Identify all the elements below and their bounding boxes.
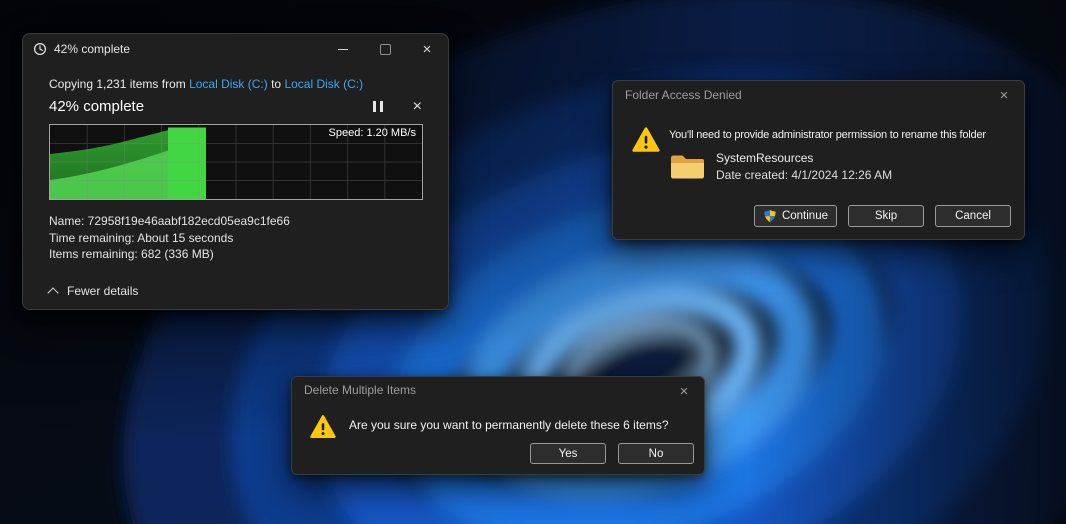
- access-denied-message: You'll need to provide administrator per…: [669, 129, 986, 141]
- uac-shield-icon: [763, 209, 777, 223]
- skip-button[interactable]: Skip: [848, 205, 924, 227]
- time-remaining-line: Time remaining: About 15 seconds: [49, 230, 422, 247]
- minimize-icon: [338, 49, 348, 50]
- progress-heading-row: 42% complete ×: [49, 96, 422, 117]
- folder-date-created: Date created: 4/1/2024 12:26 AM: [716, 168, 892, 182]
- delete-items-window: Delete Multiple Items × Are you sure you…: [291, 376, 705, 475]
- continue-button[interactable]: Continue: [754, 205, 837, 227]
- desktop: 42% complete × Copying 1,231 items from …: [0, 0, 1066, 524]
- copy-summary-middle: to: [268, 77, 285, 91]
- speed-label: Speed: 1.20 MB/s: [329, 127, 416, 139]
- close-button[interactable]: ×: [984, 81, 1024, 109]
- folder-name: SystemResources: [716, 151, 813, 165]
- delete-button-row: Yes No: [530, 443, 694, 464]
- yes-button-label: Yes: [559, 448, 578, 460]
- continue-button-label: Continue: [782, 210, 828, 222]
- close-button[interactable]: ×: [664, 377, 704, 405]
- window-controls: ×: [322, 34, 448, 64]
- delete-window-controls: ×: [664, 377, 704, 403]
- pause-button[interactable]: [373, 101, 383, 112]
- copy-body: Copying 1,231 items from Local Disk (C:)…: [23, 64, 448, 310]
- skip-button-label: Skip: [875, 210, 897, 222]
- close-icon: ×: [680, 384, 689, 399]
- close-icon: ×: [1000, 88, 1009, 103]
- destination-drive-link[interactable]: Local Disk (C:): [284, 77, 363, 91]
- access-window-title: Folder Access Denied: [625, 88, 742, 102]
- cancel-button[interactable]: Cancel: [935, 205, 1011, 227]
- items-remaining-line: Items remaining: 682 (336 MB): [49, 246, 422, 263]
- file-name-line: Name: 72958f19e46aabf182ecd05ea9c1fe66: [49, 213, 422, 230]
- delete-confirmation-message: Are you sure you want to permanently del…: [349, 418, 669, 432]
- cancel-button-label: Cancel: [955, 210, 991, 222]
- close-button[interactable]: ×: [406, 34, 448, 64]
- no-button-label: No: [649, 448, 664, 460]
- percent-complete-heading: 42% complete: [49, 98, 144, 115]
- fewer-details-toggle[interactable]: Fewer details: [49, 284, 138, 298]
- pause-icon: [373, 101, 383, 112]
- copy-window-title: 42% complete: [54, 42, 130, 56]
- copy-summary: Copying 1,231 items from Local Disk (C:)…: [49, 64, 422, 91]
- transfer-speed-chart: Speed: 1.20 MB/s: [49, 124, 423, 200]
- copy-titlebar: 42% complete ×: [23, 34, 448, 64]
- fewer-details-label: Fewer details: [67, 284, 138, 298]
- delete-titlebar: Delete Multiple Items ×: [292, 377, 704, 403]
- access-button-row: Continue Skip Cancel: [754, 205, 1011, 227]
- yes-button[interactable]: Yes: [530, 443, 606, 464]
- close-icon: ×: [423, 42, 432, 57]
- clock-icon: [33, 42, 47, 56]
- source-drive-link[interactable]: Local Disk (C:): [189, 77, 268, 91]
- delete-window-title: Delete Multiple Items: [304, 383, 416, 397]
- transfer-details: Name: 72958f19e46aabf182ecd05ea9c1fe66 T…: [49, 213, 422, 263]
- cancel-copy-button[interactable]: ×: [413, 99, 422, 115]
- minimize-button[interactable]: [322, 34, 364, 64]
- access-window-controls: ×: [984, 81, 1024, 109]
- copy-progress-window: 42% complete × Copying 1,231 items from …: [22, 33, 449, 310]
- maximize-icon: [380, 44, 391, 55]
- maximize-button[interactable]: [364, 34, 406, 64]
- access-titlebar: Folder Access Denied ×: [613, 81, 1024, 109]
- copy-summary-prefix: Copying 1,231 items from: [49, 77, 189, 91]
- no-button[interactable]: No: [618, 443, 694, 464]
- chevron-up-icon: [47, 287, 58, 298]
- folder-access-denied-window: Folder Access Denied × You'll need to pr…: [612, 80, 1025, 240]
- warning-icon: [631, 125, 661, 155]
- folder-icon: [669, 151, 706, 181]
- warning-icon: [309, 413, 337, 441]
